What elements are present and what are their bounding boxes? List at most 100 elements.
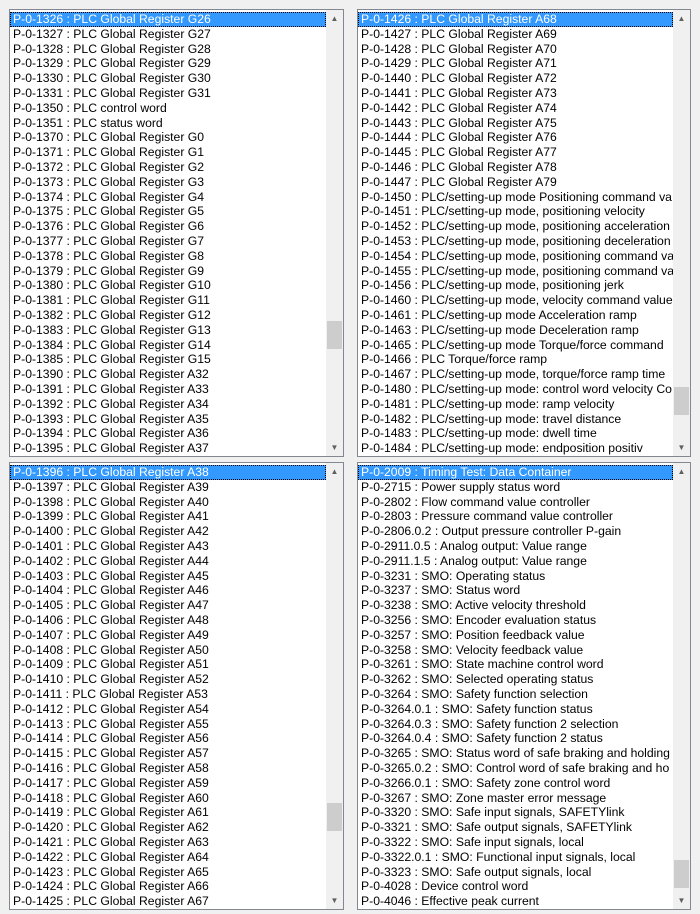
list-item[interactable]: P-0-1422 : PLC Global Register A64 (10, 850, 326, 865)
list-item[interactable]: P-0-1399 : PLC Global Register A41 (10, 509, 326, 524)
list-item[interactable]: P-0-1394 : PLC Global Register A36 (10, 426, 326, 441)
parameter-list-bottom-left[interactable]: P-0-1396 : PLC Global Register A38 P-0-13… (9, 462, 344, 910)
list-item[interactable]: P-0-1403 : PLC Global Register A45 (10, 569, 326, 584)
list-item[interactable]: P-0-1385 : PLC Global Register G15 (10, 352, 326, 367)
scroll-thumb[interactable] (327, 321, 342, 349)
list-item-selected[interactable]: P-0-1426 : PLC Global Register A68 (358, 12, 673, 27)
scroll-up-icon[interactable]: ▲ (326, 463, 343, 480)
list-item[interactable]: P-0-1328 : PLC Global Register G28 (10, 42, 326, 57)
list-item[interactable]: P-0-1445 : PLC Global Register A77 (358, 145, 673, 160)
list-item[interactable]: P-0-1424 : PLC Global Register A66 (10, 879, 326, 894)
list-item[interactable]: P-0-1480 : PLC/setting-up mode: control … (358, 382, 673, 397)
list-item[interactable]: P-0-2806.0.2 : Output pressure controlle… (358, 524, 673, 539)
list-item[interactable]: P-0-1414 : PLC Global Register A56 (10, 731, 326, 746)
list-item[interactable]: P-0-1381 : PLC Global Register G11 (10, 293, 326, 308)
list-item[interactable]: P-0-1372 : PLC Global Register G2 (10, 160, 326, 175)
list-item[interactable]: P-0-3265.0.2 : SMO: Control word of safe… (358, 761, 673, 776)
vertical-scrollbar[interactable]: ▲ ▼ (673, 463, 690, 909)
list-item[interactable]: P-0-1330 : PLC Global Register G30 (10, 71, 326, 86)
list-item[interactable]: P-0-1395 : PLC Global Register A37 (10, 441, 326, 456)
list-item[interactable]: P-0-1375 : PLC Global Register G5 (10, 204, 326, 219)
list-item[interactable]: P-0-1452 : PLC/setting-up mode, position… (358, 219, 673, 234)
list-item[interactable]: P-0-1441 : PLC Global Register A73 (358, 86, 673, 101)
list-item[interactable]: P-0-1453 : PLC/setting-up mode, position… (358, 234, 673, 249)
list-item-selected[interactable]: P-0-1326 : PLC Global Register G26 (10, 12, 326, 27)
list-item[interactable]: P-0-1447 : PLC Global Register A79 (358, 175, 673, 190)
list-item[interactable]: P-0-1376 : PLC Global Register G6 (10, 219, 326, 234)
list-item[interactable]: P-0-1391 : PLC Global Register A33 (10, 382, 326, 397)
list-item[interactable]: P-0-1463 : PLC/setting-up mode Decelerat… (358, 323, 673, 338)
list-item[interactable]: P-0-3258 : SMO: Velocity feedback value (358, 643, 673, 658)
list-item[interactable]: P-0-3267 : SMO: Zone master error messag… (358, 791, 673, 806)
list-item[interactable]: P-0-1415 : PLC Global Register A57 (10, 746, 326, 761)
list-item[interactable]: P-0-3320 : SMO: Safe input signals, SAFE… (358, 805, 673, 820)
list-item[interactable]: P-0-2911.0.5 : Analog output: Value rang… (358, 539, 673, 554)
list-item[interactable]: P-0-1371 : PLC Global Register G1 (10, 145, 326, 160)
list-item[interactable]: P-0-1456 : PLC/setting-up mode, position… (358, 278, 673, 293)
list-item[interactable]: P-0-1382 : PLC Global Register G12 (10, 308, 326, 323)
vertical-scrollbar[interactable]: ▲ ▼ (326, 10, 343, 456)
list-item[interactable]: P-0-1420 : PLC Global Register A62 (10, 820, 326, 835)
list-item[interactable]: P-0-2802 : Flow command value controller (358, 495, 673, 510)
list-item[interactable]: P-0-1410 : PLC Global Register A52 (10, 672, 326, 687)
list-item[interactable]: P-0-1427 : PLC Global Register A69 (358, 27, 673, 42)
list-item[interactable]: P-0-4028 : Device control word (358, 879, 673, 894)
scroll-up-icon[interactable]: ▲ (673, 463, 690, 480)
list-item[interactable]: P-0-3323 : SMO: Safe output signals, loc… (358, 865, 673, 880)
list-item[interactable]: P-0-1351 : PLC status word (10, 116, 326, 131)
list-item[interactable]: P-0-1393 : PLC Global Register A35 (10, 412, 326, 427)
list-item[interactable]: P-0-1405 : PLC Global Register A47 (10, 598, 326, 613)
list-item[interactable]: P-0-3264.0.3 : SMO: Safety function 2 se… (358, 717, 673, 732)
list-item[interactable]: P-0-1413 : PLC Global Register A55 (10, 717, 326, 732)
list-item[interactable]: P-0-1483 : PLC/setting-up mode: dwell ti… (358, 426, 673, 441)
list-item[interactable]: P-0-1370 : PLC Global Register G0 (10, 130, 326, 145)
list-item[interactable]: P-0-1442 : PLC Global Register A74 (358, 101, 673, 116)
list-item[interactable]: P-0-1350 : PLC control word (10, 101, 326, 116)
list-item[interactable]: P-0-1440 : PLC Global Register A72 (358, 71, 673, 86)
list-item[interactable]: P-0-1418 : PLC Global Register A60 (10, 791, 326, 806)
list-item[interactable]: P-0-1384 : PLC Global Register G14 (10, 338, 326, 353)
vertical-scrollbar[interactable]: ▲ ▼ (326, 463, 343, 909)
list-item[interactable]: P-0-1377 : PLC Global Register G7 (10, 234, 326, 249)
list-item[interactable]: P-0-3257 : SMO: Position feedback value (358, 628, 673, 643)
list-item[interactable]: P-0-1421 : PLC Global Register A63 (10, 835, 326, 850)
list-item[interactable]: P-0-1419 : PLC Global Register A61 (10, 805, 326, 820)
list-item[interactable]: P-0-1484 : PLC/setting-up mode: endposit… (358, 441, 673, 456)
list-item[interactable]: P-0-1428 : PLC Global Register A70 (358, 42, 673, 57)
scroll-thumb[interactable] (674, 860, 689, 888)
list-item[interactable]: P-0-1408 : PLC Global Register A50 (10, 643, 326, 658)
list-item[interactable]: P-0-1429 : PLC Global Register A71 (358, 56, 673, 71)
list-item[interactable]: P-0-1378 : PLC Global Register G8 (10, 249, 326, 264)
list-item[interactable]: P-0-1482 : PLC/setting-up mode: travel d… (358, 412, 673, 427)
scroll-thumb[interactable] (327, 803, 342, 831)
list-item[interactable]: P-0-3322.0.1 : SMO: Functional input sig… (358, 850, 673, 865)
scroll-up-icon[interactable]: ▲ (673, 10, 690, 27)
list-item[interactable]: P-0-1400 : PLC Global Register A42 (10, 524, 326, 539)
scroll-up-icon[interactable]: ▲ (326, 10, 343, 27)
list-item[interactable]: P-0-3238 : SMO: Active velocity threshol… (358, 598, 673, 613)
scroll-thumb[interactable] (674, 387, 689, 415)
list-item[interactable]: P-0-3264.0.1 : SMO: Safety function stat… (358, 702, 673, 717)
scroll-down-icon[interactable]: ▼ (326, 892, 343, 909)
scroll-down-icon[interactable]: ▼ (673, 439, 690, 456)
list-item[interactable]: P-0-1455 : PLC/setting-up mode, position… (358, 264, 673, 279)
list-item[interactable]: P-0-1409 : PLC Global Register A51 (10, 657, 326, 672)
list-item[interactable]: P-0-1412 : PLC Global Register A54 (10, 702, 326, 717)
parameter-list-bottom-right[interactable]: P-0-2009 : Timing Test: Data Container P-… (357, 462, 691, 910)
list-item[interactable]: P-0-1454 : PLC/setting-up mode, position… (358, 249, 673, 264)
list-item[interactable]: P-0-3264.0.4 : SMO: Safety function 2 st… (358, 731, 673, 746)
list-item[interactable]: P-0-3264 : SMO: Safety function selectio… (358, 687, 673, 702)
list-item[interactable]: P-0-1416 : PLC Global Register A58 (10, 761, 326, 776)
list-item-selected[interactable]: P-0-1396 : PLC Global Register A38 (10, 465, 326, 480)
list-item[interactable]: P-0-2911.1.5 : Analog output: Value rang… (358, 554, 673, 569)
scroll-down-icon[interactable]: ▼ (673, 892, 690, 909)
list-item[interactable]: P-0-1392 : PLC Global Register A34 (10, 397, 326, 412)
list-item[interactable]: P-0-3231 : SMO: Operating status (358, 569, 673, 584)
list-item[interactable]: P-0-1466 : PLC Torque/force ramp (358, 352, 673, 367)
list-item[interactable]: P-0-1460 : PLC/setting-up mode, velocity… (358, 293, 673, 308)
list-item[interactable]: P-0-1380 : PLC Global Register G10 (10, 278, 326, 293)
list-item[interactable]: P-0-1331 : PLC Global Register G31 (10, 86, 326, 101)
list-item[interactable]: P-0-1379 : PLC Global Register G9 (10, 264, 326, 279)
list-item[interactable]: P-0-2715 : Power supply status word (358, 480, 673, 495)
list-item[interactable]: P-0-1467 : PLC/setting-up mode, torque/f… (358, 367, 673, 382)
